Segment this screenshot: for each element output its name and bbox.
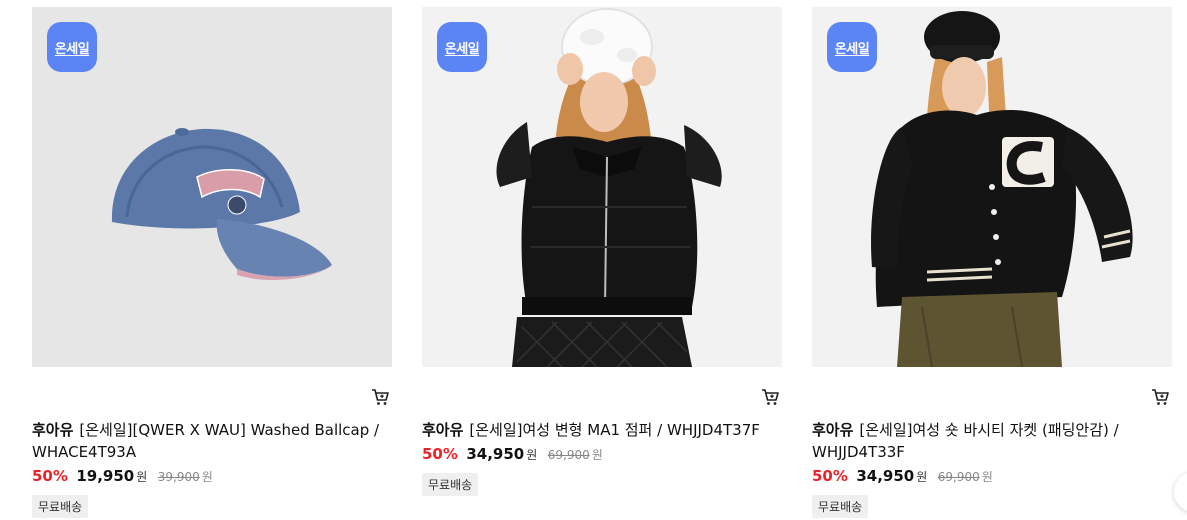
- original-price-unit: 원: [591, 448, 603, 462]
- free-shipping-tag: 무료배송: [32, 495, 89, 518]
- sale-price: 34,950: [466, 445, 525, 463]
- discount-rate: 50%: [422, 445, 458, 463]
- discount-rate: 50%: [812, 467, 848, 485]
- on-sale-badge: 온세일: [437, 22, 487, 72]
- product-title[interactable]: 후아유 [온세일]여성 변형 MA1 점퍼 / WHJJD4T37F: [422, 419, 782, 441]
- product-image-link[interactable]: 온세일: [422, 7, 782, 367]
- brand-name: 후아유: [32, 421, 74, 439]
- original-price-unit: 원: [201, 470, 213, 484]
- product-image-link[interactable]: 온세일: [812, 7, 1172, 367]
- price-unit: 원: [526, 448, 538, 462]
- original-price-unit: 원: [981, 470, 993, 484]
- product-info: 후아유 [온세일]여성 변형 MA1 점퍼 / WHJJD4T37F 50% 34…: [422, 419, 782, 496]
- product-name: [온세일]여성 변형 MA1 점퍼 / WHJJD4T37F: [469, 421, 760, 439]
- on-sale-badge: 온세일: [47, 22, 97, 72]
- on-sale-badge: 온세일: [827, 22, 877, 72]
- cart-icon[interactable]: [370, 387, 390, 407]
- cart-icon[interactable]: [1150, 387, 1170, 407]
- free-shipping-tag: 무료배송: [812, 495, 869, 518]
- price-row: 50% 34,950 원 69,900 원: [422, 443, 782, 466]
- price-unit: 원: [136, 470, 148, 484]
- cart-icon[interactable]: [760, 387, 780, 407]
- product-grid: 온세일 후아유 [온세일][QWER X WAU] Washed Ballcap …: [0, 0, 1187, 520]
- sale-price: 19,950: [76, 467, 135, 485]
- brand-name: 후아유: [812, 421, 854, 439]
- original-price: 39,900: [157, 470, 200, 484]
- product-name: [온세일][QWER X WAU] Washed Ballcap / WHACE…: [32, 421, 380, 461]
- free-shipping-tag: 무료배송: [422, 473, 479, 496]
- product-name: [온세일]여성 숏 바시티 자켓 (패딩안감) / WHJJD4T33F: [812, 421, 1119, 461]
- price-unit: 원: [916, 470, 928, 484]
- brand-name: 후아유: [422, 421, 464, 439]
- discount-rate: 50%: [32, 467, 68, 485]
- product-card[interactable]: 온세일 후아유 [온세일]여성 변형 MA1 점퍼 / WHJJD4T37F 50…: [422, 7, 782, 496]
- product-card[interactable]: 온세일 후아유 [온세일][QWER X WAU] Washed Ballcap …: [32, 7, 392, 518]
- product-info: 후아유 [온세일][QWER X WAU] Washed Ballcap / WH…: [32, 419, 392, 518]
- product-title[interactable]: 후아유 [온세일][QWER X WAU] Washed Ballcap / WH…: [32, 419, 392, 463]
- product-title[interactable]: 후아유 [온세일]여성 숏 바시티 자켓 (패딩안감) / WHJJD4T33F: [812, 419, 1172, 463]
- price-row: 50% 34,950 원 69,900 원: [812, 465, 1172, 488]
- sale-price: 34,950: [856, 467, 915, 485]
- scroll-top-button[interactable]: [1174, 472, 1187, 512]
- product-info: 후아유 [온세일]여성 숏 바시티 자켓 (패딩안감) / WHJJD4T33F …: [812, 419, 1172, 518]
- original-price: 69,900: [937, 470, 980, 484]
- product-image-link[interactable]: 온세일: [32, 7, 392, 367]
- product-card[interactable]: 온세일 후아유 [온세일]여성 숏 바시티 자켓 (패딩안감) / WHJJD4T…: [812, 7, 1172, 518]
- price-row: 50% 19,950 원 39,900 원: [32, 465, 392, 488]
- original-price: 69,900: [547, 448, 590, 462]
